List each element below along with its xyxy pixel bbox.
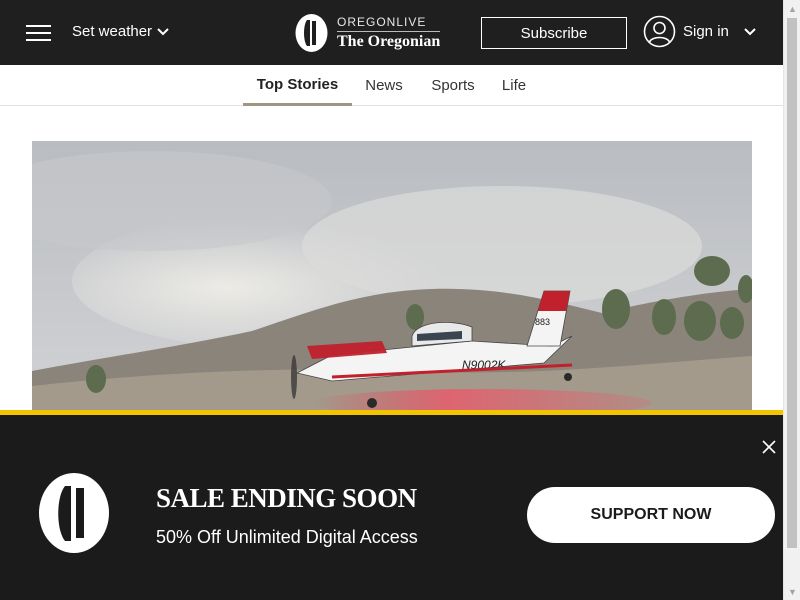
support-now-button[interactable]: SUPPORT NOW <box>527 487 775 543</box>
page: Set weather OREGONLIVE The Oregonian Sub… <box>0 0 800 600</box>
chevron-down-icon <box>744 27 756 35</box>
logo-bottom-text: The Oregonian <box>337 33 441 50</box>
vertical-scrollbar[interactable]: ▲ ▼ <box>783 0 800 600</box>
tab-news[interactable]: News <box>358 65 410 106</box>
tab-top-stories[interactable]: Top Stories <box>243 65 352 106</box>
chevron-down-icon <box>157 27 169 35</box>
site-logo[interactable]: OREGONLIVE The Oregonian <box>294 12 441 54</box>
close-icon[interactable] <box>761 439 777 455</box>
subscribe-button[interactable]: Subscribe <box>481 17 627 49</box>
menu-icon[interactable] <box>26 25 51 41</box>
logo-top-text: OREGONLIVE <box>337 15 441 32</box>
weather-label: Set weather <box>72 23 153 40</box>
oregonian-logo-icon <box>39 473 109 553</box>
site-header: Set weather OREGONLIVE The Oregonian Sub… <box>0 0 783 65</box>
tab-life[interactable]: Life <box>495 65 533 106</box>
subscription-promo-banner: SALE ENDING SOON 50% Off Unlimited Digit… <box>0 410 783 600</box>
user-icon <box>643 15 676 48</box>
tab-sports[interactable]: Sports <box>422 65 484 106</box>
section-tabs: Top Stories News Sports Life <box>0 65 783 106</box>
scroll-up-arrow-icon[interactable]: ▲ <box>784 0 800 17</box>
set-weather-button[interactable]: Set weather <box>72 23 170 40</box>
hero-image[interactable]: 883 N9002K <box>32 141 752 413</box>
oregonian-logo-icon <box>295 14 328 52</box>
plane-tail-number: 883 <box>535 317 550 327</box>
promo-subtitle: 50% Off Unlimited Digital Access <box>156 527 418 547</box>
scrollbar-thumb[interactable] <box>787 18 797 548</box>
sign-in-label: Sign in <box>683 23 729 40</box>
sign-in-button[interactable]: Sign in <box>643 15 757 48</box>
scroll-down-arrow-icon[interactable]: ▼ <box>784 583 800 600</box>
promo-title: SALE ENDING SOON <box>156 483 417 513</box>
